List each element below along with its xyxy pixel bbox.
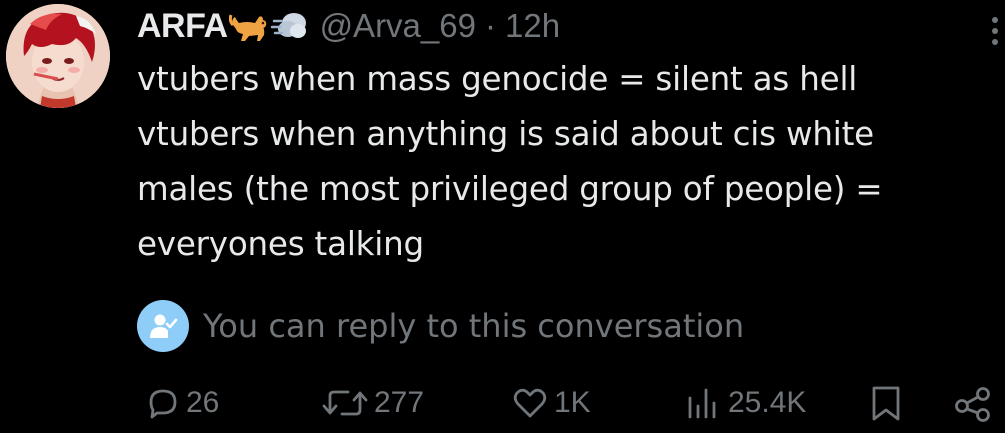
reply-notice-text: You can reply to this conversation — [203, 307, 745, 345]
tweet-text: vtubers when mass genocide = silent as h… — [137, 52, 1005, 272]
tweet-header: ARFA @Arva_69 · 12h — [137, 4, 560, 48]
author-handle[interactable]: @Arva_69 — [320, 7, 476, 45]
reply-button[interactable]: 26 — [144, 378, 219, 428]
repost-button[interactable]: 277 — [320, 378, 424, 428]
share-icon — [952, 383, 996, 423]
like-icon — [510, 384, 550, 422]
tweet-text-line: vtubers when anything is said about cis … — [137, 115, 874, 153]
reply-count: 26 — [186, 386, 220, 419]
views-icon — [684, 384, 724, 422]
share-button[interactable] — [952, 378, 996, 428]
more-icon[interactable] — [986, 14, 1004, 48]
repost-count: 277 — [374, 386, 425, 419]
bookmark-icon — [868, 383, 904, 423]
like-button[interactable]: 1K — [510, 378, 591, 428]
user-check-icon — [137, 300, 189, 352]
display-name[interactable]: ARFA — [137, 7, 228, 46]
avatar-image — [6, 4, 110, 108]
avatar[interactable] — [6, 4, 110, 108]
like-count: 1K — [554, 386, 591, 419]
post-time[interactable]: 12h — [505, 7, 560, 45]
bookmark-button[interactable] — [868, 378, 904, 428]
dog-emoji-icon — [228, 9, 269, 43]
tweet-text-line: vtubers when mass genocide = silent as h… — [137, 60, 858, 98]
reply-icon — [144, 384, 182, 422]
repost-icon — [320, 384, 370, 422]
views-count: 25.4K — [728, 386, 807, 419]
reply-notice: You can reply to this conversation — [137, 300, 744, 352]
tweet-text-line: males (the most privileged group of peop… — [137, 170, 883, 208]
header-separator: · — [484, 7, 496, 44]
dash-emoji-icon — [270, 9, 310, 43]
action-bar: 26 277 1K 25.4K — [0, 378, 1005, 428]
tweet-text-line: everyones talking — [137, 225, 424, 263]
views-button[interactable]: 25.4K — [684, 378, 806, 428]
